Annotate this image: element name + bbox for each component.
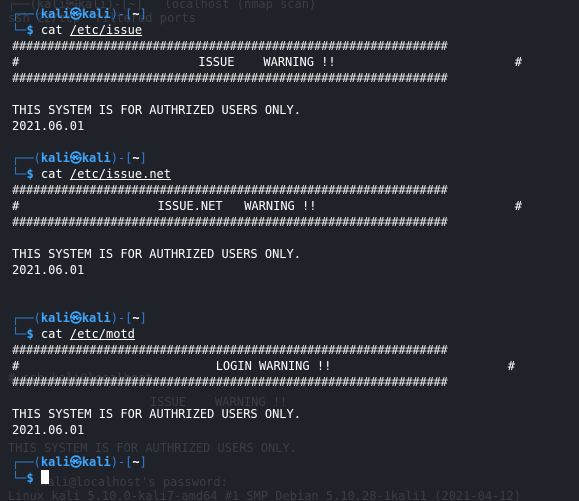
warning-message: THIS SYSTEM IS FOR AUTHRIZED USERS ONLY. (12, 103, 301, 117)
prompt-line: ┌──(kali㉿kali)-[~] (12, 455, 147, 469)
banner-right-hash: # (514, 55, 522, 69)
prompt-line: ┌──(kali㉿kali)-[~] (12, 7, 147, 21)
prompt-at-symbol: ㉿ (69, 455, 82, 469)
prompt-at-symbol: ㉿ (69, 151, 82, 165)
banner-left-hash: # (12, 359, 20, 373)
command-line: └─$ cat /etc/motd (12, 327, 135, 341)
prompt-user: kali (40, 311, 70, 325)
prompt-at-symbol: ㉿ (69, 7, 82, 21)
command-path-link[interactable]: /etc/issue (70, 23, 142, 37)
hash-border: ########################################… (12, 183, 448, 197)
date-text: 2021.06.01 (12, 423, 85, 437)
command-input-line[interactable]: └─$ (12, 470, 572, 486)
hash-border: ########################################… (12, 39, 448, 53)
prompt-user: kali (40, 151, 70, 165)
date-text: 2021.06.01 (12, 263, 85, 277)
warning-message: THIS SYSTEM IS FOR AUTHRIZED USERS ONLY. (12, 407, 301, 421)
banner-title: ISSUE.NET WARNING !! (157, 199, 317, 213)
command-line: └─$ cat /etc/issue (12, 23, 143, 37)
prompt-line: ┌──(kali㉿kali)-[~] (12, 311, 147, 325)
command-path-link[interactable]: /etc/motd (70, 327, 135, 341)
prompt-at-symbol: ㉿ (69, 311, 82, 325)
ghost-text-line: Linux kali 5.10.0-kali7-amd64 #1 SMP Deb… (8, 489, 521, 501)
hash-border: ########################################… (12, 215, 448, 229)
banner-line: # ISSUE.NET WARNING !! # (12, 198, 522, 214)
prompt-cwd: ~ (132, 311, 140, 325)
hash-border: ########################################… (12, 375, 448, 389)
command-name: cat (40, 167, 63, 181)
terminal-window[interactable]: ┌──(kali㉿kali)-[~] localhost (nmap scan)… (0, 0, 579, 501)
terminal-output: ┌──(kali㉿kali)-[~] └─$ cat /etc/issue ##… (12, 6, 572, 486)
banner-right-hash: # (514, 199, 522, 213)
banner-line: # ISSUE WARNING !! # (12, 54, 522, 70)
command-name: cat (40, 23, 63, 37)
warning-message: THIS SYSTEM IS FOR AUTHRIZED USERS ONLY. (12, 247, 301, 261)
prompt-user: kali (40, 7, 70, 21)
command-path-link[interactable]: /etc/issue.net (70, 167, 171, 181)
date-text: 2021.06.01 (12, 119, 85, 133)
banner-left-hash: # (12, 55, 20, 69)
prompt-host: kali (81, 151, 111, 165)
prompt-user: kali (40, 455, 70, 469)
prompt-cwd: ~ (132, 7, 140, 21)
text-cursor (40, 470, 49, 484)
banner-left-hash: # (12, 199, 20, 213)
prompt-host: kali (81, 311, 111, 325)
hash-border: ########################################… (12, 71, 448, 85)
prompt-host: kali (81, 455, 111, 469)
prompt-line: ┌──(kali㉿kali)-[~] (12, 151, 147, 165)
banner-line: # LOGIN WARNING !! # (12, 358, 515, 374)
banner-right-hash: # (507, 359, 515, 373)
command-line: └─$ cat /etc/issue.net (12, 167, 171, 181)
prompt-cwd: ~ (132, 151, 140, 165)
hash-border: ########################################… (12, 343, 448, 357)
banner-title: LOGIN WARNING !! (215, 359, 332, 373)
prompt-cwd: ~ (132, 455, 140, 469)
command-name: cat (40, 327, 63, 341)
banner-title: ISSUE WARNING !! (198, 55, 336, 69)
prompt-host: kali (81, 7, 111, 21)
